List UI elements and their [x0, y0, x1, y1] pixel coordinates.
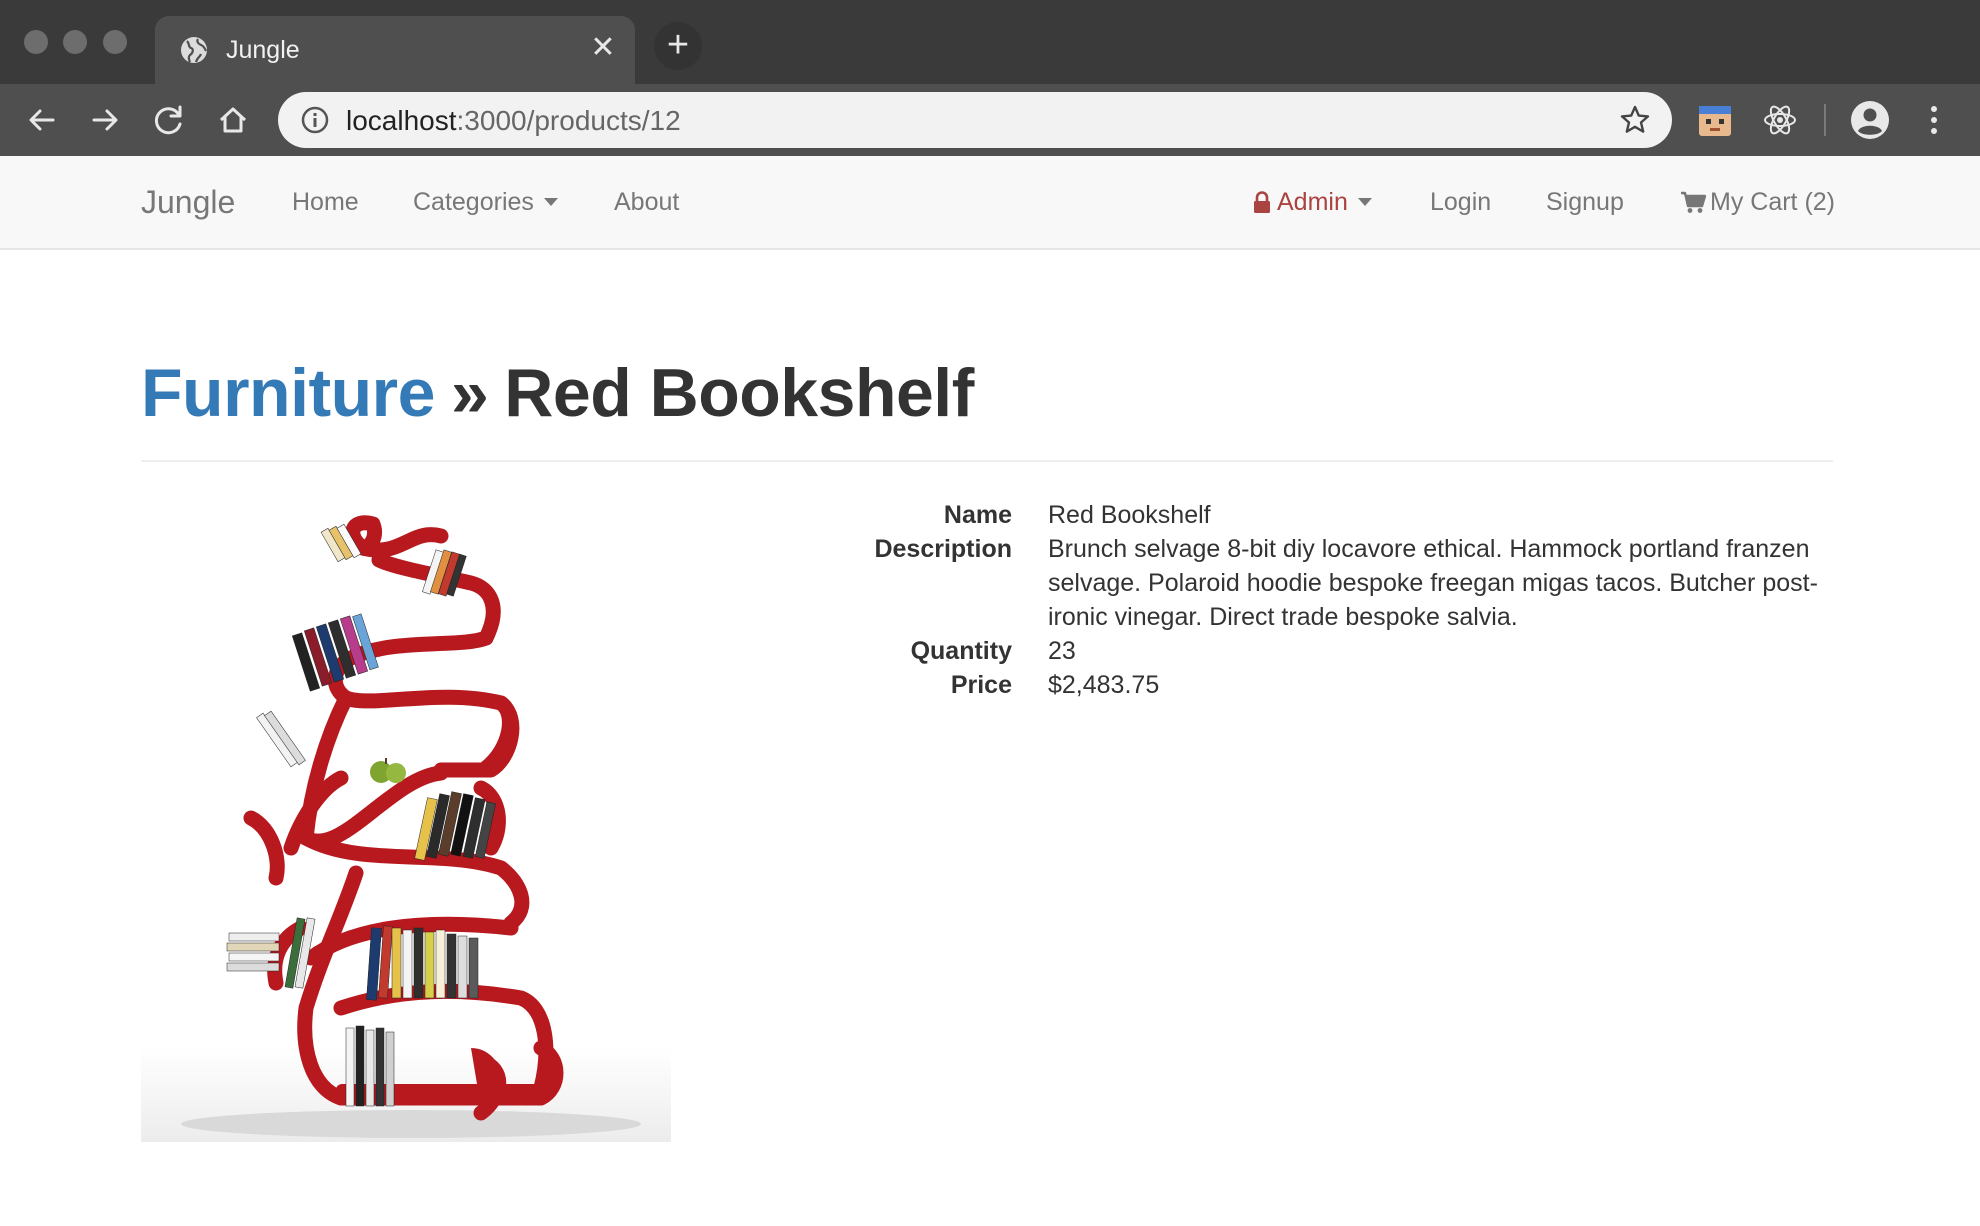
detail-row-quantity: Quantity 23 — [820, 634, 1834, 668]
price-label: Price — [950, 671, 1012, 699]
nav-categories-dropdown[interactable]: Categories — [413, 188, 558, 217]
new-tab-button[interactable]: + — [654, 22, 702, 70]
description-value: Brunch selvage 8-bit diy locavore ethica… — [1048, 535, 1818, 631]
product-image — [141, 515, 671, 1142]
lock-icon — [1254, 191, 1270, 213]
site-navbar: Jungle Home Categories About Admin Login… — [0, 156, 1980, 250]
window-minimize-button[interactable] — [63, 30, 87, 54]
page-title: Furniture» Red Bookshelf — [141, 354, 1833, 432]
window-close-button[interactable] — [24, 30, 48, 54]
forward-arrow-icon[interactable] — [84, 99, 126, 141]
shopping-cart-icon — [1681, 191, 1706, 213]
description-label: Description — [874, 535, 1012, 563]
nav-cart-link[interactable]: My Cart (2) — [1680, 188, 1835, 217]
toolbar-separator — [1824, 104, 1826, 136]
name-label: Name — [943, 501, 1012, 529]
category-breadcrumb-link[interactable]: Furniture — [141, 355, 435, 431]
nav-login-link[interactable]: Login — [1430, 188, 1491, 217]
name-value: Red Bookshelf — [1048, 501, 1211, 529]
product-details: Name Red Bookshelf Description Brunch se… — [820, 498, 1834, 702]
breadcrumb-separator: » — [450, 355, 489, 431]
bookmark-star-icon[interactable] — [1618, 103, 1652, 137]
url-text[interactable]: localhost:3000/products/12 — [346, 105, 681, 137]
more-menu-icon[interactable] — [1914, 100, 1954, 140]
tab-title: Jungle — [226, 36, 300, 64]
back-arrow-icon[interactable] — [21, 99, 63, 141]
detail-row-price: Price $2,483.75 — [820, 668, 1834, 702]
navbar-brand[interactable]: Jungle — [141, 184, 235, 221]
nav-about-link[interactable]: About — [614, 188, 679, 217]
caret-down-icon — [1357, 197, 1372, 206]
quantity-value: 23 — [1048, 637, 1076, 665]
product-title: Red Bookshelf — [504, 355, 974, 431]
nav-signup-link[interactable]: Signup — [1546, 188, 1624, 217]
address-bar[interactable]: localhost:3000/products/12 — [278, 92, 1672, 148]
tab-close-icon[interactable]: ✕ — [587, 32, 619, 64]
extension-face-icon[interactable] — [1695, 100, 1735, 140]
price-value: $2,483.75 — [1048, 671, 1160, 699]
nav-home-link[interactable]: Home — [292, 188, 359, 217]
profile-avatar-icon[interactable] — [1850, 100, 1890, 140]
quantity-label: Quantity — [910, 637, 1012, 665]
detail-row-name: Name Red Bookshelf — [820, 498, 1834, 532]
home-icon[interactable] — [212, 99, 254, 141]
detail-row-description: Description Brunch selvage 8-bit diy loc… — [820, 532, 1834, 634]
nav-admin-dropdown[interactable]: Admin — [1253, 188, 1372, 217]
caret-down-icon — [543, 197, 558, 206]
info-icon[interactable] — [300, 105, 330, 135]
reload-icon[interactable] — [148, 99, 190, 141]
browser-tab[interactable]: Jungle ✕ — [155, 16, 635, 84]
browser-tab-bar: Jungle ✕ + — [0, 0, 1980, 84]
page-header: Furniture» Red Bookshelf — [141, 354, 1833, 462]
globe-icon — [181, 37, 207, 63]
browser-toolbar: localhost:3000/products/12 — [0, 84, 1980, 156]
react-devtools-icon[interactable] — [1760, 100, 1800, 140]
window-zoom-button[interactable] — [103, 30, 127, 54]
